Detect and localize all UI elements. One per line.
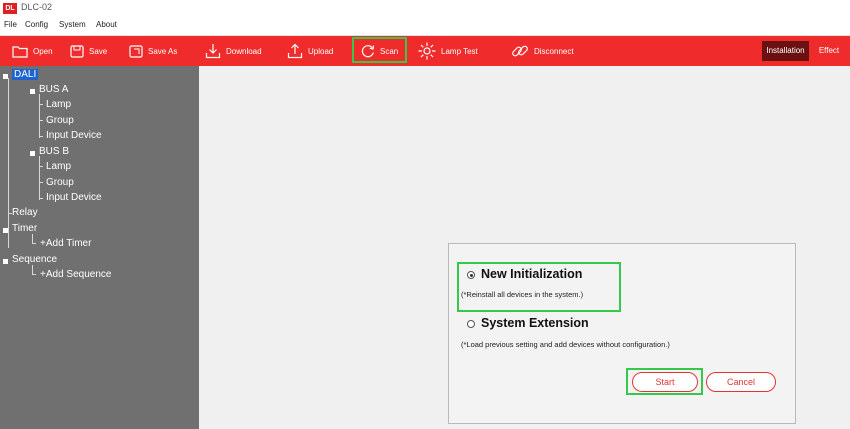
new-initialization-radio[interactable] [467,271,475,279]
save-button[interactable]: Save [70,36,107,66]
scan-highlight [352,37,407,63]
upload-label: Upload [308,46,334,56]
title-bar: DL DLC-02 [0,0,850,17]
open-button[interactable]: Open [12,36,53,66]
upload-button[interactable]: Upload [287,36,333,66]
tree-connector [8,78,9,248]
system-extension-label[interactable]: System Extension [481,316,589,330]
tree-connector [39,94,40,138]
tree-connector [39,136,43,137]
tree-connector [32,243,36,244]
new-initialization-description: (*Reinstall all devices in the system.) [461,290,584,299]
menu-about[interactable]: About [96,20,117,29]
expand-icon[interactable] [3,259,8,264]
tree-connector [39,182,43,183]
expand-icon[interactable] [30,89,35,94]
system-extension-description: (*Load previous setting and add devices … [461,340,670,349]
save-as-label: Save As [148,46,178,56]
tree-node-relay[interactable]: Relay [12,206,38,220]
tree-node-add-sequence[interactable]: +Add Sequence [40,268,111,282]
app-logo-icon: DL [3,3,17,14]
save-as-button[interactable]: Save As [129,36,177,66]
tree-connector [39,156,40,200]
tree-node-bus-b-lamp[interactable]: Lamp [46,160,71,174]
save-icon [70,44,84,58]
start-button[interactable]: Start [632,372,698,392]
tree-node-add-timer[interactable]: +Add Timer [40,237,91,251]
tree-node-bus-b[interactable]: BUS B [39,145,69,159]
sidebar-tree: DALI BUS A Lamp Group Input Device BUS B… [0,66,199,429]
tree-node-bus-a-group[interactable]: Group [46,114,74,128]
tree-node-bus-a[interactable]: BUS A [39,83,68,97]
menu-config[interactable]: Config [25,20,48,29]
tab-installation[interactable]: Installation [762,41,809,61]
tree-node-sequence[interactable]: Sequence [12,253,57,267]
expand-icon[interactable] [3,228,8,233]
tree-node-bus-a-lamp[interactable]: Lamp [46,98,71,112]
tab-effect[interactable]: Effect [812,41,846,61]
download-label: Download [226,46,262,56]
disconnect-label: Disconnect [534,46,574,56]
menu-file[interactable]: File [4,20,17,29]
scan-dialog: New Initialization (*Reinstall all devic… [448,243,796,424]
tree-node-label: DALI [12,69,39,80]
download-button[interactable]: Download [205,36,262,66]
folder-icon [12,45,28,58]
tree-connector [32,274,36,275]
tree-node-dali[interactable]: DALI [12,68,39,82]
tree-connector [39,198,43,199]
lamp-test-label: Lamp Test [441,46,478,56]
system-extension-radio[interactable] [467,320,475,328]
disconnect-button[interactable]: Disconnect [511,36,574,66]
expand-icon[interactable] [30,151,35,156]
new-initialization-label[interactable]: New Initialization [481,267,582,281]
upload-icon [287,43,303,59]
tree-node-bus-b-input-device[interactable]: Input Device [46,191,102,205]
download-icon [205,44,221,59]
window-title: DLC-02 [21,2,53,12]
tree-node-timer[interactable]: Timer [12,222,37,236]
lamp-test-button[interactable]: Lamp Test [418,36,478,66]
tree-connector [39,104,43,105]
tree-node-bus-b-group[interactable]: Group [46,176,74,190]
save-as-icon [129,44,143,58]
expand-icon[interactable] [3,74,8,79]
menu-system[interactable]: System [59,20,86,29]
save-label: Save [89,46,108,56]
tree-node-bus-a-input-device[interactable]: Input Device [46,129,102,143]
tree-connector [39,166,43,167]
tree-connector [39,120,43,121]
link-icon [512,45,528,57]
cancel-button[interactable]: Cancel [706,372,776,392]
toolbar: Open Save Save As Download Upload Scan L… [0,36,850,66]
open-label: Open [33,46,53,56]
sun-icon [418,42,436,60]
menu-bar: File Config System About [0,17,850,36]
